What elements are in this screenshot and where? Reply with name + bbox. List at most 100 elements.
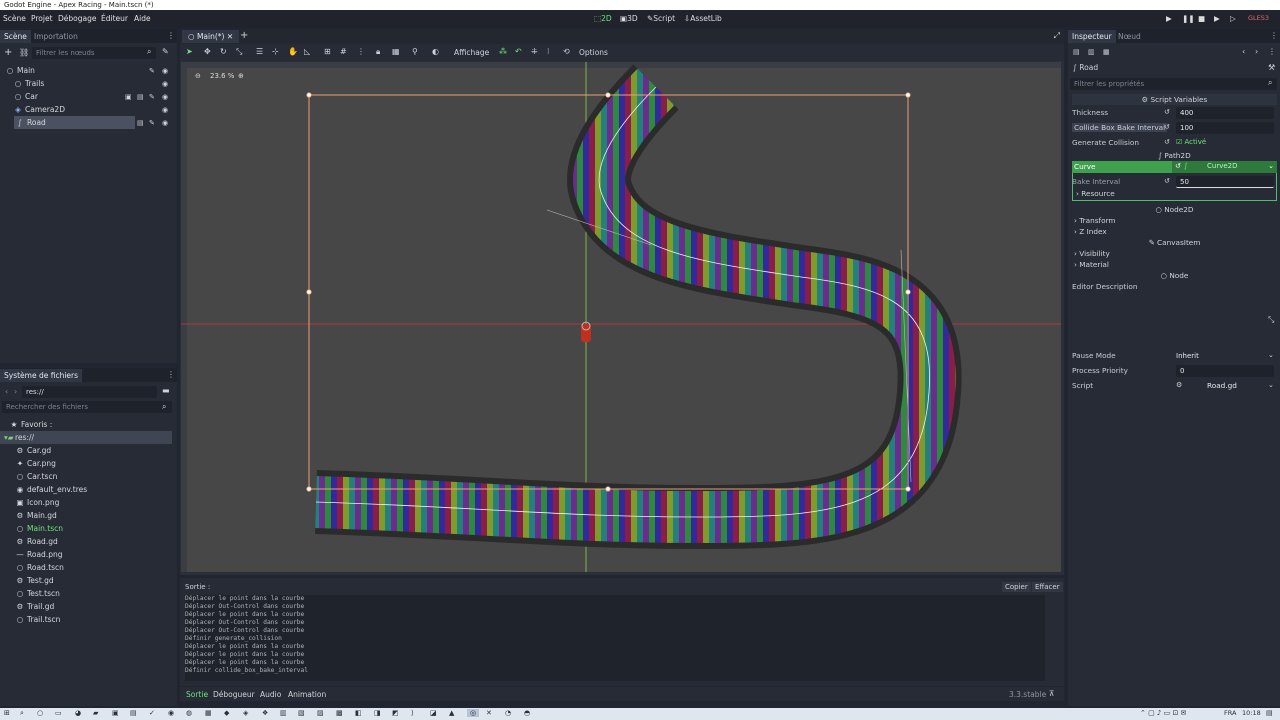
clock[interactable]: 10:18 <box>1242 709 1261 717</box>
back-icon[interactable]: ‹ <box>5 387 8 396</box>
file-item[interactable]: ⚙ Car.gd <box>0 444 177 457</box>
process-priority-spinbox[interactable]: 0 <box>1176 365 1274 377</box>
zoom-in-icon[interactable]: ⊕ <box>238 72 244 80</box>
script-resource-picker[interactable]: Road.gd <box>1207 381 1237 390</box>
notification-icon[interactable]: ▤ <box>1266 709 1273 717</box>
path-field[interactable]: res:// <box>22 386 157 398</box>
visibility-eye-icon[interactable]: ◉ <box>162 67 168 75</box>
curve-resource-picker[interactable]: ↺ ∫ Curve2D ⌄ <box>1172 161 1277 173</box>
workspace-assetlib[interactable]: ⇩AssetLib <box>684 14 722 23</box>
app-icon[interactable]: ✓ <box>149 709 155 717</box>
group-icon[interactable]: ▤ <box>137 93 144 101</box>
snap-icon[interactable]: ⊞ <box>324 47 331 56</box>
pause-mode-select[interactable]: Inherit <box>1172 350 1274 362</box>
app-icon[interactable]: ◩ <box>392 709 399 717</box>
script-badge-icon[interactable]: ✎ <box>149 93 155 101</box>
history-forward-icon[interactable]: › <box>1255 47 1258 56</box>
app-icon[interactable]: ▧ <box>298 709 305 717</box>
app-icon[interactable]: ▩ <box>336 709 343 717</box>
tray-icons[interactable]: ⌃ ▢ ♪ ▭ ⊡ ✉ <box>1140 709 1186 717</box>
edit-curve-icon[interactable]: ↶ <box>515 47 522 56</box>
camera-override-icon[interactable]: ◐ <box>432 47 439 56</box>
file-item[interactable]: ⚙ Main.gd <box>0 509 177 522</box>
handle[interactable] <box>905 92 911 98</box>
select-tool-icon[interactable]: ➤ <box>186 47 193 56</box>
tab-node[interactable]: Nœud <box>1114 30 1145 43</box>
more-icon[interactable]: ⋮ <box>357 47 365 56</box>
revert-icon[interactable]: ↺ <box>1164 138 1170 146</box>
favorites-item[interactable]: ★ Favoris : <box>0 418 177 431</box>
file-item[interactable]: ○ Main.tscn <box>0 522 177 535</box>
language-indicator[interactable]: FRA <box>1224 709 1236 717</box>
grid-snap-icon[interactable]: # <box>340 47 347 56</box>
handle[interactable] <box>905 289 911 295</box>
explorer-icon[interactable]: ▰ <box>93 709 98 717</box>
script-add-icon[interactable]: ✎ <box>162 47 169 56</box>
tree-item-road[interactable]: ∫ Road <box>14 116 135 129</box>
zoom-label[interactable]: 23.6 % <box>210 72 234 80</box>
tab-import[interactable]: Importation <box>30 30 82 43</box>
menu-dots-icon[interactable]: ⋮ <box>1270 31 1278 40</box>
delete-point-icon[interactable]: ⁝ <box>547 47 550 56</box>
app-icon[interactable]: ◉ <box>168 709 174 717</box>
visibility-eye-icon[interactable]: ◉ <box>162 80 168 88</box>
app-icon[interactable]: ▲ <box>449 709 454 717</box>
script-badge-icon[interactable]: ✎ <box>149 67 155 75</box>
property-filter-input[interactable]: Filtrer les propriétés <box>1070 78 1277 90</box>
app-icon[interactable]: ❖ <box>262 709 268 717</box>
handle[interactable] <box>905 486 911 492</box>
tab-audio[interactable]: Audio <box>260 690 281 699</box>
handle[interactable] <box>605 92 611 98</box>
revert-icon[interactable]: ↺ <box>1164 177 1170 185</box>
scene-tab-main[interactable]: ○ Main(*) ✕ <box>182 30 240 43</box>
zindex-section[interactable]: › Z Index <box>1074 227 1107 236</box>
chrome-icon[interactable]: ◕ <box>75 709 81 717</box>
menu-scene[interactable]: Scène <box>3 14 26 23</box>
chevron-down-icon[interactable]: ⌄ <box>1268 162 1274 170</box>
file-item[interactable]: ○ Trail.tscn <box>0 613 177 626</box>
options-menu[interactable]: Options <box>579 48 608 57</box>
menu-editor[interactable]: Éditeur <box>101 14 128 23</box>
add-tab-icon[interactable]: + <box>240 30 248 41</box>
app-icon[interactable]: ◈ <box>243 709 248 717</box>
revert-icon[interactable]: ↺ <box>1164 108 1170 116</box>
root-folder-item[interactable]: ▾▰res:// <box>0 431 172 444</box>
tab-animation[interactable]: Animation <box>288 690 326 699</box>
resource-section[interactable]: › Resource <box>1076 189 1115 198</box>
pan-tool-icon[interactable]: ✋ <box>288 47 298 56</box>
rotate-tool-icon[interactable]: ↻ <box>220 47 227 56</box>
zoom-out-icon[interactable]: ⊖ <box>195 72 201 80</box>
handle[interactable] <box>605 486 611 492</box>
app-icon[interactable]: ✕ <box>486 709 492 717</box>
canvas-viewport[interactable]: ⊖ 23.6 % ⊕ <box>181 62 1061 572</box>
close-curve-icon[interactable]: ⟲ <box>563 47 570 56</box>
distraction-free-icon[interactable]: ⤢ <box>1054 31 1060 41</box>
app-icon[interactable]: ◪ <box>430 709 437 717</box>
pivot-tool-icon[interactable]: ⊹ <box>272 47 279 56</box>
play-custom-icon[interactable]: ▷ <box>1230 14 1236 23</box>
select-points-icon[interactable]: ⁂ <box>499 47 507 56</box>
stop-icon[interactable]: ■ <box>1198 14 1205 23</box>
file-item[interactable]: ⚙ Test.gd <box>0 574 177 587</box>
file-search-input[interactable]: Rechercher des fichiers <box>2 401 172 413</box>
scale-tool-icon[interactable]: ⤡ <box>236 47 242 57</box>
app-icon[interactable]: ◨ <box>374 709 381 717</box>
tree-item-camera2d[interactable]: ◈ Camera2D <box>0 103 177 116</box>
expand-icon[interactable]: ⤡ <box>1268 315 1274 325</box>
new-resource-icon[interactable]: ▤ <box>1073 48 1080 56</box>
workspace-script[interactable]: ✎Script <box>647 14 675 23</box>
bake-interval-spinbox[interactable]: 50 <box>1176 176 1274 188</box>
node-filter-input[interactable]: Filtrer les nœuds <box>32 47 156 59</box>
object-history-icon[interactable]: ⋮ <box>1268 47 1276 56</box>
script-badge-icon[interactable]: ✎ <box>149 119 155 127</box>
tab-debugger[interactable]: Débogueur <box>213 690 255 699</box>
visibility-eye-icon[interactable]: ◉ <box>162 106 168 114</box>
app-icon[interactable]: ▥ <box>280 709 287 717</box>
revert-icon[interactable]: ↺ <box>1175 162 1181 170</box>
collide-bake-spinbox[interactable]: 100 <box>1176 122 1274 134</box>
link-icon[interactable]: ⛓ <box>19 48 29 57</box>
ruler-tool-icon[interactable]: ◺ <box>304 47 310 56</box>
menu-dots-icon[interactable]: ⋮ <box>167 31 175 40</box>
forward-icon[interactable]: › <box>14 387 17 396</box>
generate-collision-checkbox[interactable]: ☑ Activé <box>1176 138 1206 146</box>
